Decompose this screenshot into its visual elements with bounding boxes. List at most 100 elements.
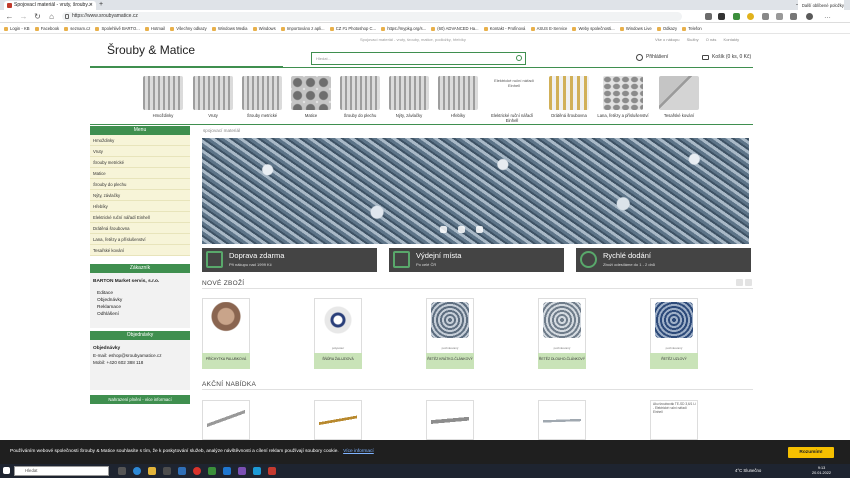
- offer-product-card[interactable]: [426, 400, 474, 440]
- sidebar-item[interactable]: Hmoždinky: [90, 135, 190, 146]
- bookmark[interactable]: Windows: [252, 23, 276, 33]
- task-view-icon[interactable]: [118, 467, 126, 475]
- category-einhell[interactable]: Elektrické ruční nářadí Einhell Elektric…: [489, 74, 535, 128]
- product-card[interactable]: pozinkovaný ŘETĚZ UZLOVÝ: [650, 298, 698, 369]
- favorites-icon[interactable]: [776, 13, 783, 20]
- bookmark[interactable]: Facebook: [34, 23, 59, 33]
- bookmark[interactable]: Spolehlivě BARTO...: [95, 23, 140, 33]
- refresh-icon[interactable]: ↻: [32, 11, 43, 22]
- sidebar-item[interactable]: Vruty: [90, 146, 190, 157]
- slider-dot[interactable]: [440, 226, 447, 233]
- customer-link-editace[interactable]: Editace: [97, 291, 113, 296]
- customer-link-objednavky[interactable]: Objednávky: [97, 298, 122, 303]
- profile-icon[interactable]: [806, 13, 813, 20]
- site-logo[interactable]: Šrouby & Matice: [107, 43, 195, 57]
- new-tab-button[interactable]: +: [99, 0, 103, 10]
- offer-product-card[interactable]: [202, 400, 250, 440]
- offer-product-card[interactable]: [314, 400, 362, 440]
- category-tesarske-kovani[interactable]: Tesařské kování: [656, 74, 702, 128]
- top-link[interactable]: O nás: [706, 37, 717, 42]
- address-bar[interactable]: https://www.sroubyamatice.cz: [62, 12, 682, 21]
- search-icon[interactable]: [516, 55, 522, 61]
- customer-link-odhlaseni[interactable]: Odhlášení: [97, 312, 119, 317]
- cart-link[interactable]: Košík (0 ks, 0 Kč): [702, 54, 751, 60]
- extension-icon[interactable]: [733, 13, 740, 20]
- store-icon[interactable]: [163, 467, 171, 475]
- bookmark[interactable]: Importováno z apli...: [280, 23, 325, 33]
- top-link[interactable]: Kontakty: [724, 37, 740, 42]
- top-link[interactable]: Služby: [687, 37, 699, 42]
- extension-icon[interactable]: [747, 13, 754, 20]
- bookmark[interactable]: Kontakt - Profinová: [483, 23, 525, 33]
- product-card[interactable]: polyester ŠŇŮRA ŽALUZIOVÁ: [314, 298, 362, 369]
- category-srouby-metricke[interactable]: Šrouby metrické: [239, 74, 285, 128]
- close-tab-icon[interactable]: ✕: [89, 1, 93, 10]
- windows-start-icon[interactable]: [3, 467, 10, 474]
- top-link[interactable]: Vše o nákupu: [655, 37, 679, 42]
- sidebar-item[interactable]: Lana, řetězy a příslušenství: [90, 234, 190, 245]
- product-card[interactable]: pozinkovaný ŘETĚZ DLOUHO-ČLÁNKOVÝ: [538, 298, 586, 369]
- taskbar-search[interactable]: Hledat: [14, 466, 109, 476]
- weather-widget[interactable]: 4°C Slunečno: [735, 468, 761, 473]
- category-matice[interactable]: Matice: [288, 74, 334, 128]
- cookie-accept-button[interactable]: Rozumím!: [788, 447, 834, 458]
- edge-icon[interactable]: [133, 467, 141, 475]
- category-dratena-sroubovna[interactable]: Drátěná šroubovna: [546, 74, 592, 128]
- forward-icon[interactable]: →: [18, 11, 29, 22]
- help-button[interactable]: Nahrazení plnění - více informací: [90, 395, 190, 404]
- bookmark[interactable]: (60) ADVANCED Ha...: [431, 23, 479, 33]
- explorer-icon[interactable]: [148, 467, 156, 475]
- sidebar-item[interactable]: Matice: [90, 168, 190, 179]
- product-card[interactable]: pozinkovaný ŘETĚZ KRÁTKO-ČLÁNKOVÝ: [426, 298, 474, 369]
- bookmark[interactable]: Login - KB: [4, 23, 30, 33]
- bookmark[interactable]: seznam.cz: [64, 23, 90, 33]
- more-icon[interactable]: …: [822, 11, 833, 22]
- category-srouby-do-plechu[interactable]: Šrouby do plechu: [337, 74, 383, 128]
- sidebar-item[interactable]: Tesařské kování: [90, 245, 190, 256]
- bookmark[interactable]: Telefon: [682, 23, 702, 33]
- orders-email[interactable]: E-mail: eshop@sroubyamatice.cz: [93, 353, 162, 358]
- sidebar-item[interactable]: Šrouby do plechu: [90, 179, 190, 190]
- home-icon[interactable]: ⌂: [46, 11, 57, 22]
- bookmark[interactable]: Windows Live: [619, 23, 652, 33]
- sidebar-item[interactable]: Nýty, závlačky: [90, 190, 190, 201]
- bookmark[interactable]: Odkazy: [656, 23, 677, 33]
- bookmark[interactable]: ASUS E-Service: [530, 23, 567, 33]
- bookmark[interactable]: Všechny odkazy: [170, 23, 207, 33]
- back-icon[interactable]: ←: [4, 11, 15, 22]
- search-input[interactable]: Hledat...: [311, 52, 526, 65]
- collections-icon[interactable]: [790, 13, 797, 20]
- product-card[interactable]: PŘÍCHYTKA PALUBKOVÁ: [202, 298, 250, 369]
- extension-icon[interactable]: [762, 13, 769, 20]
- offer-product-card[interactable]: [538, 400, 586, 440]
- app-icon[interactable]: [253, 467, 261, 475]
- category-hrebiky[interactable]: Hřebíky: [435, 74, 481, 128]
- bookmark[interactable]: Weby společnosti...: [572, 23, 615, 33]
- category-nyty[interactable]: Nýty, závlačky: [386, 74, 432, 128]
- bookmark[interactable]: CZ #1 Photoshop C...: [329, 23, 376, 33]
- app-icon[interactable]: [193, 467, 201, 475]
- taskbar-clock[interactable]: 9:13 20.01.2022: [812, 466, 831, 475]
- category-vruty[interactable]: Vruty: [190, 74, 236, 128]
- next-arrow-icon[interactable]: [745, 279, 752, 286]
- sidebar-item[interactable]: Hřebíky: [90, 201, 190, 212]
- app-icon[interactable]: [208, 467, 216, 475]
- other-bookmarks[interactable]: Další oblíbené položky: [797, 0, 844, 11]
- slider-dot[interactable]: [458, 226, 465, 233]
- extension-icon[interactable]: [718, 13, 725, 20]
- extension-icon[interactable]: [705, 13, 712, 20]
- app-icon[interactable]: [238, 467, 246, 475]
- app-icon[interactable]: [268, 467, 276, 475]
- sidebar-item[interactable]: Šrouby metrické: [90, 157, 190, 168]
- bookmark[interactable]: https://mypkg.org/s...: [381, 23, 426, 33]
- bookmark[interactable]: Hotmail: [144, 23, 165, 33]
- slider-dot[interactable]: [476, 226, 483, 233]
- app-icon[interactable]: [223, 467, 231, 475]
- offer-product-card[interactable]: Aku šroubovák TE-SD 3,6/1 Li - Elektrick…: [650, 400, 698, 440]
- browser-tab[interactable]: Spojovací materiál - vruty, šrouby... ✕: [4, 1, 96, 10]
- category-lana-retezy[interactable]: Lana, řetězy a příslušenství: [597, 74, 649, 128]
- sidebar-item[interactable]: Elektrické ruční nářadí Einhell: [90, 212, 190, 223]
- prev-arrow-icon[interactable]: [736, 279, 743, 286]
- customer-link-reklamace[interactable]: Reklamace: [97, 305, 121, 310]
- sidebar-item[interactable]: Drátěná šroubovna: [90, 223, 190, 234]
